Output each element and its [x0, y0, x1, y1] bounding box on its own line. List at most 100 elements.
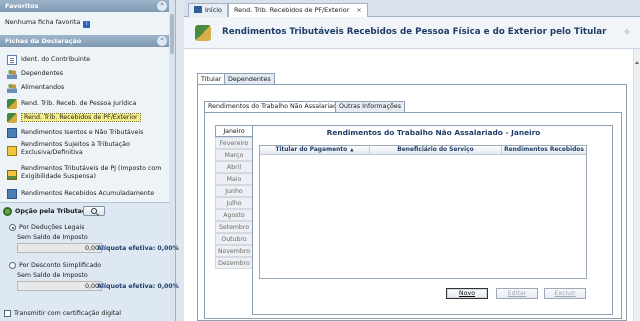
checkbox-icon[interactable]	[4, 310, 11, 317]
novo-button[interactable]: Novo	[446, 288, 488, 299]
scrollbar-thumb[interactable]	[170, 14, 174, 54]
collapse-up-icon[interactable]: ⌃	[157, 36, 167, 46]
editar-label: Editar	[507, 290, 527, 297]
simplificado-label: Por Desconto Simplificado	[19, 262, 102, 269]
tab-month-marco[interactable]: Março	[215, 149, 252, 161]
money-hand-icon	[7, 98, 17, 109]
column-header-label: Beneficiário do Serviço	[397, 147, 474, 153]
home-icon	[194, 6, 202, 13]
month-panel-title: Rendimentos do Trabalho Não Assalariado …	[326, 128, 541, 137]
excluir-button[interactable]: Excluir	[544, 288, 586, 299]
sem-saldo-label: Sem Saldo de Imposto	[17, 272, 88, 279]
sidebar-item-label: Rendimentos Tributáveis de PJ (Imposto c…	[21, 165, 162, 180]
people-icon	[7, 68, 17, 79]
sidebar-item-ident-contribuinte[interactable]: Ident. do Contribuinte	[7, 54, 169, 65]
deducoes-value-field: 0,00	[17, 243, 102, 253]
sidebar-item-rend-acumuladamente[interactable]: Rendimentos Recebidos Acumuladamente	[7, 188, 169, 199]
scroll-up-icon[interactable]	[635, 61, 639, 64]
sidebar-item-alimentandos[interactable]: Alimentandos	[7, 82, 169, 93]
tab-month-julho[interactable]: Julho	[215, 197, 252, 209]
radio-unchecked-icon[interactable]	[9, 262, 16, 269]
star-icon[interactable]: ✦	[622, 25, 632, 39]
favorites-empty-message: Nenhuma ficha favorita i	[5, 18, 91, 28]
money-icon	[7, 170, 17, 180]
tab-outras-informacoes[interactable]: Outras Informações	[335, 101, 406, 112]
novo-label: Novo	[458, 290, 476, 297]
column-header-titular[interactable]: Titular do Pagamento ▲	[260, 146, 370, 155]
people-icon	[7, 82, 17, 93]
money-icon	[7, 188, 17, 199]
sidebar-item-dependentes[interactable]: Dependentes	[7, 68, 169, 79]
transmitir-label: Transmitir com certificação digital	[14, 310, 121, 317]
excluir-label: Excluir	[554, 290, 576, 297]
page-title: Rendimentos Tributáveis Recebidos de Pes…	[222, 27, 607, 37]
sidebar-item-label: Rendimentos Sujeitos à Tributação Exclus…	[21, 141, 130, 156]
column-header-rendimentos[interactable]: Rendimentos Recebidos	[502, 146, 586, 155]
money-hand-icon	[195, 25, 211, 41]
close-icon[interactable]: ×	[356, 6, 361, 14]
money-icon	[7, 127, 17, 138]
sidebar-item-label: Rend. Trib. Receb. de Pessoa Jurídica	[21, 100, 137, 107]
tab-bar: Início Rend. Trib. Recebidos de PF/Exter…	[184, 0, 640, 18]
editar-button[interactable]: Editar	[496, 288, 538, 299]
simplificado-option: Por Desconto Simplificado Sem Saldo de I…	[9, 262, 179, 308]
favorites-title: Favoritos	[5, 2, 39, 10]
sidebar-item-rend-isentos[interactable]: Rendimentos Isentos e Não Tributáveis	[7, 127, 169, 138]
rendimentos-table: Titular do Pagamento ▲ Beneficiário do Se…	[259, 145, 587, 279]
tab-month-setembro[interactable]: Setembro	[215, 221, 252, 233]
document-icon	[7, 54, 17, 65]
sidebar-item-label: Alimentandos	[21, 84, 65, 91]
sidebar-item-label: Ident. do Contribuinte	[21, 56, 91, 63]
info-icon[interactable]: i	[83, 21, 91, 28]
tab-month-novembro[interactable]: Novembro	[215, 245, 252, 257]
main-area: Início Rend. Trib. Recebidos de PF/Exter…	[184, 0, 640, 321]
deducoes-label: Por Deduções Legais	[19, 224, 85, 231]
opcao-tributacao-panel: Opção pela Tributação: Por Deduções Lega…	[0, 202, 179, 321]
column-header-label: Rendimentos Recebidos	[504, 147, 584, 153]
sidebar-item-rend-pf-exterior[interactable]: Rend. Trib. Recebidos de PF/Exterior	[7, 112, 169, 123]
favorites-empty-text: Nenhuma ficha favorita	[5, 18, 81, 26]
transmitir-checkbox[interactable]: Transmitir com certificação digital	[4, 310, 121, 317]
tab-month-junho[interactable]: Junho	[215, 185, 252, 197]
sidebar-item-label: Rendimentos Isentos e Não Tributáveis	[21, 129, 144, 136]
favorites-header[interactable]: Favoritos ⌃	[0, 0, 170, 12]
simplificado-value-field: 0,00	[17, 281, 102, 291]
tab-month-dezembro[interactable]: Dezembro	[215, 257, 252, 269]
sidebar-item-label: Rendimentos Recebidos Acumuladamente	[21, 190, 155, 197]
fichas-header[interactable]: Fichas da Declaração ⌃	[0, 35, 170, 47]
left-panel: Favoritos ⌃ Nenhuma ficha favorita i Fich…	[0, 0, 179, 321]
sem-saldo-label: Sem Saldo de Imposto	[17, 234, 88, 241]
tab-dependentes[interactable]: Dependentes	[224, 73, 275, 84]
collapse-up-icon[interactable]: ⌃	[157, 1, 167, 11]
fichas-list: Ident. do Contribuinte Dependentes Alime…	[0, 48, 170, 200]
trabalho-panel: Janeiro Fevereiro Março Abril Maio Junho…	[204, 112, 622, 319]
search-icon	[91, 208, 97, 214]
tab-month-abril[interactable]: Abril	[215, 161, 252, 173]
simplificado-radio[interactable]: Por Desconto Simplificado	[9, 262, 101, 269]
radio-checked-icon[interactable]	[9, 224, 16, 231]
sort-ascending-icon: ▲	[350, 148, 354, 153]
tab-inicio[interactable]: Início	[188, 3, 228, 17]
tab-month-janeiro[interactable]: Janeiro	[215, 125, 252, 137]
page-header: Rendimentos Tributáveis Recebidos de Pes…	[184, 17, 640, 49]
money-icon	[7, 146, 17, 156]
aliquota-efetiva: Alíquota efetiva: 0,00%	[97, 245, 179, 252]
sidebar-item-label: Dependentes	[21, 70, 64, 77]
tab-month-agosto[interactable]: Agosto	[215, 209, 252, 221]
search-button[interactable]	[83, 206, 105, 216]
column-header-beneficiario[interactable]: Beneficiário do Serviço	[370, 146, 502, 155]
tab-month-fevereiro[interactable]: Fevereiro	[215, 137, 252, 149]
sidebar-item-label: Rend. Trib. Recebidos de PF/Exterior	[21, 113, 141, 122]
deducoes-radio[interactable]: Por Deduções Legais	[9, 224, 84, 231]
sidebar-item-rend-exigibilidade[interactable]: Rendimentos Tributáveis de PJ (Imposto c…	[7, 165, 169, 185]
money-hand-icon	[7, 112, 17, 123]
sidebar-item-rend-exclusiva[interactable]: Rendimentos Sujeitos à Tributação Exclus…	[7, 141, 169, 161]
sidebar-item-rend-pj[interactable]: Rend. Trib. Receb. de Pessoa Jurídica	[7, 98, 169, 109]
tab-trabalho-nao-assalariado[interactable]: Rendimentos do Trabalho Não Assalariado	[204, 101, 345, 112]
month-panel: Rendimentos do Trabalho Não Assalariado …	[252, 125, 613, 315]
titular-panel: Rendimentos do Trabalho Não Assalariado …	[197, 84, 627, 321]
tab-rend-pf-exterior[interactable]: Rend. Trib. Recebidos de PF/Exterior ×	[228, 3, 368, 18]
tab-month-maio[interactable]: Maio	[215, 173, 252, 185]
tab-month-outubro[interactable]: Outubro	[215, 233, 252, 245]
main-scrollbar[interactable]	[633, 49, 640, 321]
